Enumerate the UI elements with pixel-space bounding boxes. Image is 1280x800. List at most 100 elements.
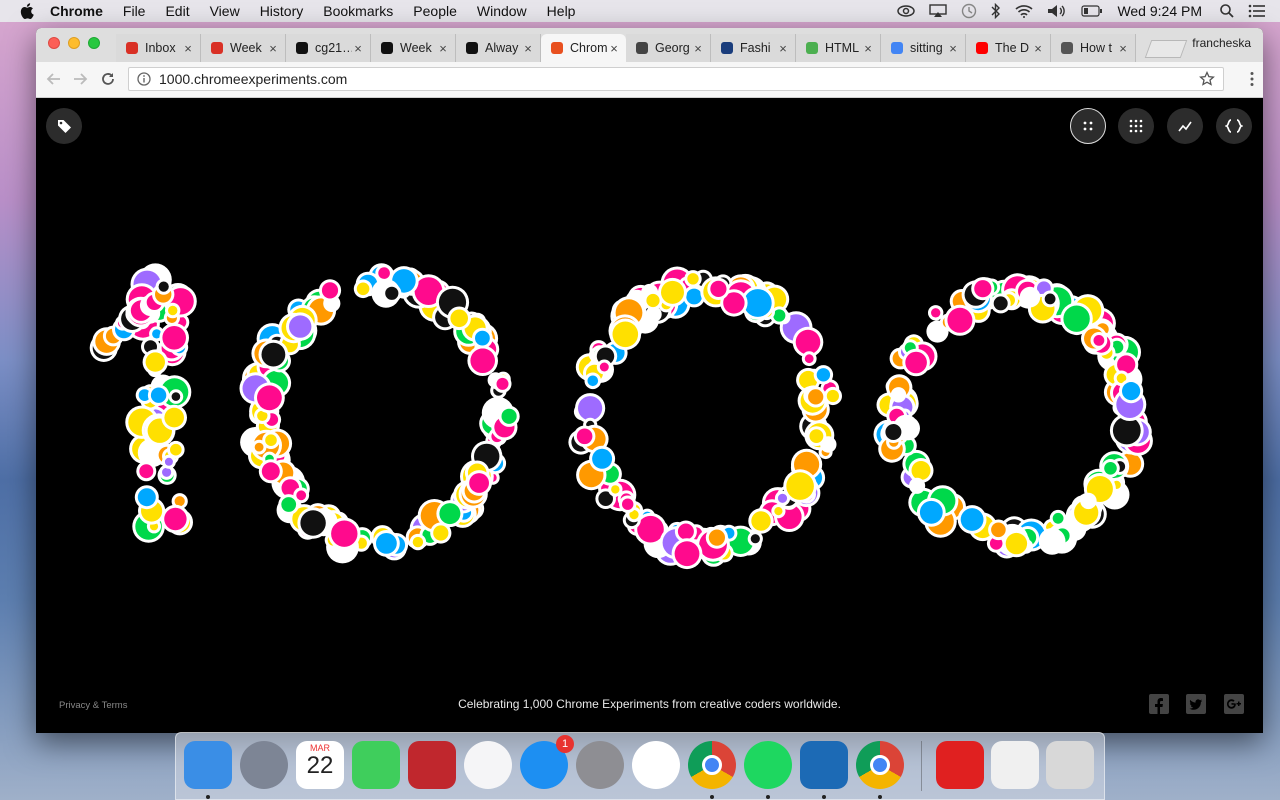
photo-booth-icon[interactable] (408, 741, 456, 789)
airplay-icon[interactable] (929, 4, 948, 18)
experiment-bubble[interactable] (643, 290, 663, 311)
chrome-icon[interactable] (688, 741, 736, 789)
close-tab-icon[interactable]: × (352, 41, 364, 56)
address-bar[interactable]: 1000.chromeexperiments.com (128, 67, 1224, 91)
tab-1[interactable]: Week × (201, 34, 286, 62)
close-tab-icon[interactable]: × (608, 41, 620, 56)
experiment-bubble[interactable] (147, 384, 170, 406)
menu-edit[interactable]: Edit (165, 3, 189, 19)
experiment-bubble[interactable] (1080, 492, 1097, 510)
experiment-bubble[interactable] (771, 504, 786, 519)
experiment-bubble[interactable] (813, 365, 834, 385)
close-tab-icon[interactable]: × (947, 41, 959, 56)
chrome-icon[interactable] (856, 741, 904, 789)
experiment-bubble[interactable] (258, 459, 283, 484)
experiment-bubble[interactable] (318, 279, 342, 302)
experiment-bubble[interactable] (466, 470, 492, 496)
brackets-icon[interactable] (800, 741, 848, 789)
menu-file[interactable]: File (123, 3, 146, 19)
close-tab-icon[interactable]: × (182, 41, 194, 56)
experiment-bubble[interactable] (596, 359, 612, 375)
experiment-bubble[interactable] (957, 505, 987, 534)
launchpad-icon[interactable] (240, 741, 288, 789)
experiment-bubble[interactable] (159, 323, 189, 353)
sphere-view-button[interactable] (1070, 108, 1106, 144)
experiment-bubble[interactable] (684, 270, 702, 288)
experiment-bubble[interactable] (155, 278, 172, 295)
experiment-bubble[interactable] (493, 374, 512, 393)
google-plus-icon[interactable] (1224, 694, 1244, 714)
tag-button[interactable] (46, 108, 82, 144)
facetime-icon[interactable] (352, 741, 400, 789)
notification-center-icon[interactable] (1248, 4, 1266, 18)
itunes-icon[interactable] (464, 741, 512, 789)
experiment-bubble[interactable] (748, 508, 774, 534)
volume-icon[interactable] (1047, 4, 1067, 18)
tab-5[interactable]: Chrom × (541, 34, 626, 62)
experiment-bubble[interactable] (353, 279, 373, 299)
experiment-bubble[interactable] (747, 531, 763, 547)
spotlight-search-icon[interactable] (1220, 4, 1234, 18)
experiment-bubble[interactable] (619, 495, 637, 513)
trash-icon[interactable] (1046, 741, 1094, 789)
menu-help[interactable]: Help (547, 3, 576, 19)
experiment-bubble[interactable] (882, 421, 905, 443)
experiment-bubble[interactable] (801, 351, 817, 367)
grid-view-button[interactable] (1118, 108, 1154, 144)
close-tab-icon[interactable]: × (777, 41, 789, 56)
forward-button[interactable] (70, 69, 90, 89)
spotify-icon[interactable] (744, 741, 792, 789)
experiment-bubble[interactable] (902, 348, 930, 377)
close-tab-icon[interactable]: × (267, 41, 279, 56)
experiment-bubble[interactable] (707, 277, 730, 300)
finder-icon[interactable] (184, 741, 232, 789)
experiment-bubble[interactable] (161, 504, 190, 534)
experiment-bubble[interactable] (251, 439, 267, 455)
experiment-bubble[interactable] (1038, 528, 1066, 555)
app-store-icon[interactable]: 1 (520, 735, 574, 789)
experiment-bubble[interactable] (909, 477, 926, 494)
experiment-bubble[interactable] (783, 469, 817, 503)
zoom-window-button[interactable] (88, 37, 100, 49)
experiments-1000-artwork[interactable] (36, 98, 1263, 733)
timeline-view-button[interactable] (1167, 108, 1203, 144)
experiment-bubble[interactable] (373, 530, 400, 557)
experiment-bubble[interactable] (328, 517, 361, 550)
experiment-bubble[interactable] (467, 345, 499, 376)
experiment-bubble[interactable] (165, 302, 181, 319)
reload-button[interactable] (98, 69, 118, 89)
experiment-bubble[interactable] (258, 339, 289, 370)
experiment-bubble[interactable] (409, 533, 427, 551)
facebook-icon[interactable] (1149, 694, 1169, 714)
experiment-bubble[interactable] (168, 389, 184, 404)
menu-bookmarks[interactable]: Bookmarks (323, 3, 393, 19)
bookmark-star-icon[interactable] (1199, 71, 1215, 87)
photos-icon[interactable] (632, 741, 680, 789)
calendar-icon[interactable]: MAR 22 (296, 741, 344, 789)
experiment-bubble[interactable] (293, 487, 310, 504)
experiment-bubble[interactable] (806, 426, 827, 446)
experiment-bubble[interactable] (573, 425, 596, 448)
site-info-icon[interactable] (137, 72, 151, 86)
experiment-bubble[interactable] (254, 382, 285, 414)
tab-7[interactable]: Fashi × (711, 34, 796, 62)
experiment-bubble[interactable] (142, 349, 168, 375)
experiment-bubble[interactable] (584, 372, 602, 390)
close-window-button[interactable] (48, 37, 60, 49)
code-view-button[interactable] (1216, 108, 1252, 144)
experiment-bubble[interactable] (671, 538, 703, 570)
minimize-window-button[interactable] (68, 37, 80, 49)
bluetooth-icon[interactable] (991, 3, 1001, 19)
experiment-bubble[interactable] (609, 318, 642, 351)
tab-6[interactable]: Georg × (626, 34, 711, 62)
experiment-bubble[interactable] (971, 277, 995, 301)
time-machine-icon[interactable] (961, 3, 977, 19)
back-button[interactable] (44, 69, 64, 89)
close-tab-icon[interactable]: × (437, 41, 449, 56)
experiment-bubble[interactable] (1049, 509, 1067, 527)
experiment-bubble[interactable] (297, 507, 329, 539)
experiment-bubble[interactable] (498, 405, 520, 427)
experiment-bubble[interactable] (134, 485, 159, 510)
creative-cloud-icon[interactable] (897, 5, 916, 17)
close-tab-icon[interactable]: × (692, 41, 704, 56)
